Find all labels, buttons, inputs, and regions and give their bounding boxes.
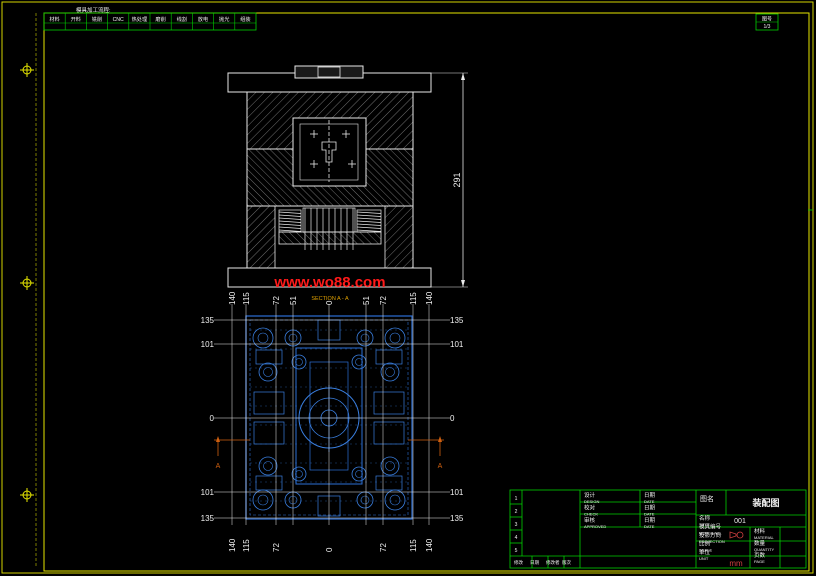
dim-left-label: 101 bbox=[201, 488, 215, 497]
process-cell: 材料 bbox=[49, 15, 59, 23]
process-cell: 组装 bbox=[240, 15, 250, 23]
dim-bottom-label: 0 bbox=[325, 547, 334, 552]
section-mark-right: A bbox=[438, 463, 443, 470]
title-left-row-cn: 校对 bbox=[584, 504, 596, 512]
height-dimension-label: 291 bbox=[452, 172, 462, 187]
dim-left-label: 0 bbox=[210, 414, 215, 423]
dim-bottom-label: 140 bbox=[228, 538, 237, 552]
title-right-cell-cn: 数量 bbox=[754, 539, 766, 547]
section-mark-left: A bbox=[216, 463, 221, 470]
assembly-drawing-svg: 图号 1/3 模具加工流程: 材料 开料 铣削 CNC 热处理 磨削 线割 放电 抛光 组装 bbox=[1, 1, 814, 574]
process-cell: 磨削 bbox=[155, 15, 165, 23]
dim-bottom-label: 140 bbox=[425, 538, 434, 552]
cad-drawing-viewport: 图号 1/3 模具加工流程: 材料 开料 铣削 CNC 热处理 磨削 线割 放电 抛光 组装 bbox=[0, 0, 816, 576]
process-cell: CNC bbox=[113, 17, 124, 23]
projection-symbol-icon bbox=[736, 531, 744, 539]
title-right-cell-en: PAGE bbox=[754, 559, 765, 564]
drawing-number: 001 bbox=[734, 518, 746, 525]
dim-bottom-label: 72 bbox=[379, 543, 388, 552]
process-cell: 开料 bbox=[71, 15, 81, 23]
watermark-text: www.wo88.com bbox=[273, 274, 385, 291]
corner-box-value: 1/3 bbox=[764, 24, 771, 30]
dim-top-label: 51 bbox=[289, 296, 298, 305]
process-cell: 铣削 bbox=[92, 15, 102, 23]
revision-mark: 5 bbox=[515, 548, 518, 554]
title-right-row-en: UNIT bbox=[699, 556, 709, 561]
dim-right-label: 135 bbox=[450, 316, 464, 325]
drawing-name-label: 图名 bbox=[700, 494, 714, 503]
dim-left-label: 135 bbox=[201, 514, 215, 523]
unit-value: mm bbox=[729, 559, 743, 568]
title-mid-row-en: DATE bbox=[644, 512, 655, 517]
revision-mark: 3 bbox=[515, 522, 518, 528]
revision-mark: 1 bbox=[515, 496, 518, 502]
dim-bottom-label: 72 bbox=[272, 543, 281, 552]
dim-top-label: 115 bbox=[242, 292, 251, 305]
title-mid-row-cn: 日期 bbox=[644, 492, 656, 499]
title-right-row-cn: 模具编号 bbox=[699, 523, 722, 531]
process-cell: 抛光 bbox=[219, 15, 229, 23]
dim-right-label: 101 bbox=[450, 340, 464, 349]
plan-dimension-lines: 140 115 72 51 0 51 72 115 140 140 115 72 0 72 115 140 13… bbox=[201, 291, 464, 552]
revision-bottom-cell: 修改者 bbox=[546, 559, 560, 566]
dim-top-label: 0 bbox=[325, 300, 334, 305]
title-mid-row-cn: 日期 bbox=[644, 505, 656, 512]
dim-top-label: 72 bbox=[272, 296, 281, 305]
dim-top-label: 51 bbox=[362, 296, 371, 305]
drawing-name: 装配图 bbox=[751, 497, 779, 508]
title-right-cell-en: QUANTITY bbox=[754, 547, 775, 552]
title-right-row-cn: 投影方向 bbox=[699, 531, 721, 539]
revision-bottom-cell: 版次 bbox=[562, 559, 571, 566]
dim-right-label: 135 bbox=[450, 514, 464, 523]
title-right-cell-cn: 页数 bbox=[754, 551, 766, 559]
dim-right-label: 101 bbox=[450, 488, 464, 497]
title-mid-row-en: DATE bbox=[644, 499, 655, 504]
dim-top-label: 115 bbox=[409, 292, 418, 305]
corner-box: 图号 1/3 bbox=[755, 13, 779, 31]
dim-bottom-label: 115 bbox=[409, 539, 418, 552]
title-left-row-en: APPROVED bbox=[584, 524, 606, 529]
dim-top-label: 140 bbox=[425, 291, 434, 305]
process-flow-header: 模具加工流程: 材料 开料 铣削 CNC 热处理 磨削 线割 放电 抛光 组装 bbox=[43, 6, 257, 31]
title-right-row-cn: 比例 bbox=[699, 540, 711, 548]
title-mid-row-en: DATE bbox=[644, 524, 655, 529]
title-mid-row-cn: 日期 bbox=[644, 517, 656, 524]
revision-bottom-cell: 日期 bbox=[530, 560, 539, 566]
corner-box-label: 图号 bbox=[762, 17, 772, 23]
revision-mark: 2 bbox=[515, 509, 518, 515]
title-left-row-cn: 审核 bbox=[584, 516, 596, 524]
revision-mark: 4 bbox=[515, 535, 518, 541]
title-right-row-cn: 单位 bbox=[699, 548, 711, 556]
process-cell: 放电 bbox=[198, 15, 208, 23]
title-right-row-cn: 名称 bbox=[699, 514, 711, 522]
dim-bottom-label: 115 bbox=[242, 539, 251, 552]
mold-elevation-view: 291 bbox=[227, 65, 468, 288]
title-right-cell-en: MATERIAL bbox=[754, 535, 774, 540]
dim-top-label: 72 bbox=[379, 296, 388, 305]
dim-top-label: 140 bbox=[228, 291, 237, 305]
title-block-text: 设计DESIGN校对CHECK审核APPROVED日期DATE日期DATE日期D… bbox=[514, 491, 780, 568]
binding-mark-icon bbox=[20, 63, 34, 502]
dim-left-label: 101 bbox=[201, 340, 215, 349]
revision-bottom-cell: 修改 bbox=[514, 559, 523, 566]
dim-left-label: 135 bbox=[201, 316, 215, 325]
title-left-row-en: DESIGN bbox=[584, 499, 599, 504]
dim-right-label: 0 bbox=[450, 414, 455, 423]
process-cell: 线割 bbox=[177, 15, 187, 23]
title-left-row-cn: 设计 bbox=[584, 491, 596, 499]
title-left-row-en: CHECK bbox=[584, 512, 598, 517]
title-right-cell-cn: 材料 bbox=[754, 527, 766, 535]
process-cell: 热处理 bbox=[132, 15, 148, 23]
